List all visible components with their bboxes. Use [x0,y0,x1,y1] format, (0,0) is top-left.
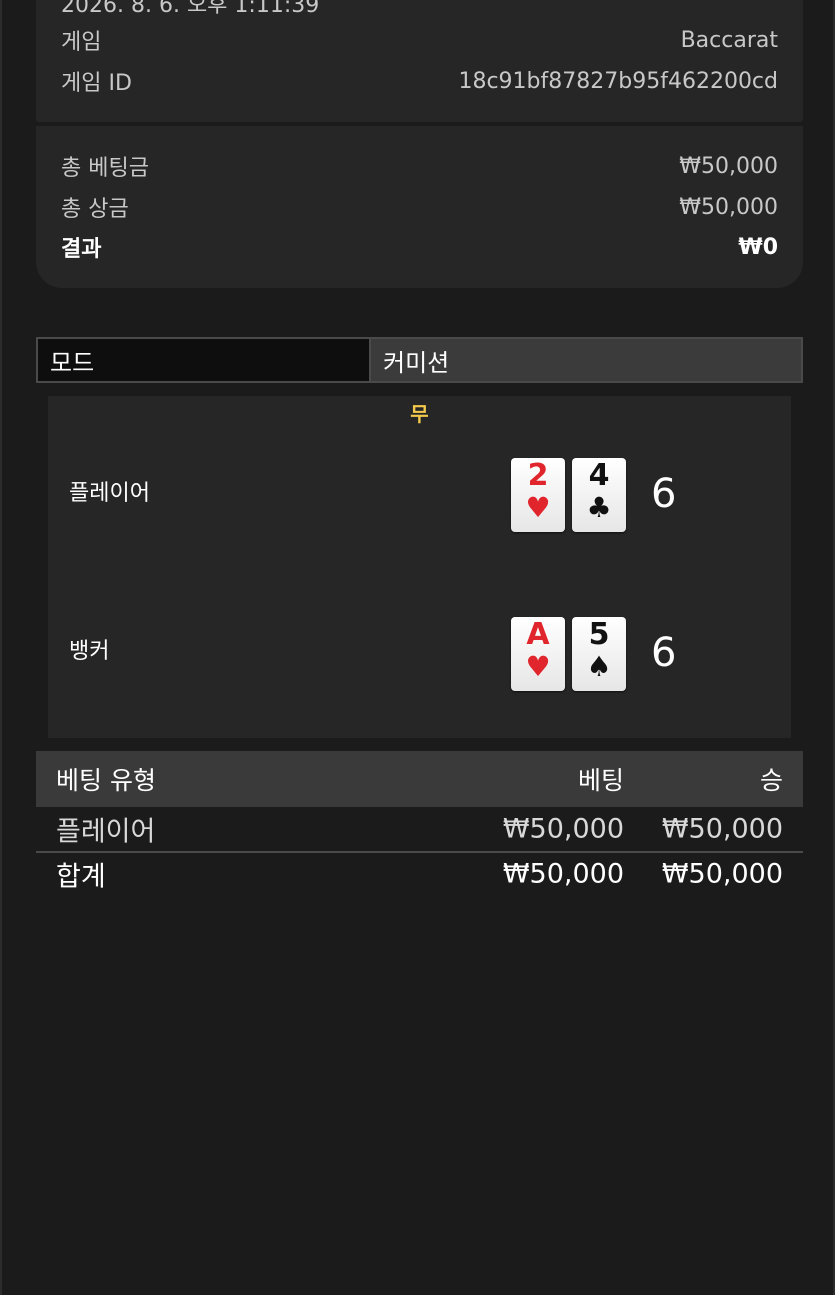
spade-icon: ♠ [586,650,612,683]
header-bet-type: 베팅 유형 [56,766,156,795]
game-value: Baccarat [680,27,778,53]
result-value: ₩0 [738,234,778,260]
tab-commission-label: 커미션 [383,348,450,377]
total-bet-row: 총 베팅금 ₩50,000 [61,151,778,182]
datetime-row: 2026. 8. 6. 오후 1:11:39 [61,0,778,18]
banker-card-1: A ♥ [511,617,565,691]
total-prize-label: 총 상금 [61,197,129,222]
player-total: 6 [651,471,677,517]
outcome-label: 무 [410,402,429,426]
total-bet-value: ₩50,000 [679,153,778,179]
game-row: 게임 Baccarat [61,25,778,56]
total-prize-row: 총 상금 ₩50,000 [61,192,778,223]
heart-icon: ♥ [525,491,551,524]
win-amount-cell: ₩50,000 [661,813,783,845]
round-info-card: 2026. 8. 6. 오후 1:11:39 게임 Baccarat 게임 ID… [36,0,803,122]
banker-card-2-rank: 5 [588,617,610,652]
total-label-cell: 합계 [56,861,106,893]
player-card-2: 4 ♣ [572,458,626,532]
header-bet: 베팅 [577,766,624,795]
bet-type-cell: 플레이어 [56,816,156,848]
game-label: 게임 [61,30,102,55]
total-bet-label: 총 베팅금 [61,156,149,181]
banker-card-1-rank: A [526,617,550,652]
player-label: 플레이어 [69,481,150,506]
game-id-value: 18c91bf87827b95f462200cd [458,68,778,94]
game-id-label: 게임 ID [61,71,132,96]
player-card-2-rank: 4 [588,458,610,493]
round-datetime: 2026. 8. 6. 오후 1:11:39 [61,0,320,18]
tab-mode[interactable]: 모드 [38,339,371,381]
table-row: 플레이어 ₩50,000 ₩50,000 [36,807,803,851]
bet-amount-cell: ₩50,000 [502,813,624,845]
total-win-cell: ₩50,000 [661,858,783,890]
totals-card: 총 베팅금 ₩50,000 총 상금 ₩50,000 결과 ₩0 [36,126,803,288]
bets-table: 베팅 유형 베팅 승 플레이어 ₩50,000 ₩50,000 합계 ₩50,0… [36,751,803,895]
mode-tabs: 모드 커미션 [36,337,803,383]
tab-commission[interactable]: 커미션 [371,339,801,381]
banker-label: 뱅커 [69,639,110,664]
banker-total: 6 [651,630,677,676]
player-card-1: 2 ♥ [511,458,565,532]
heart-icon: ♥ [525,650,551,683]
result-label: 결과 [61,237,102,262]
game-id-row: 게임 ID 18c91bf87827b95f462200cd [61,66,778,97]
header-win: 승 [759,766,783,795]
page-frame: 2026. 8. 6. 오후 1:11:39 게임 Baccarat 게임 ID… [0,0,835,1295]
table-total-row: 합계 ₩50,000 ₩50,000 [36,851,803,895]
tab-mode-label: 모드 [50,348,95,377]
total-prize-value: ₩50,000 [679,194,778,220]
result-row: 결과 ₩0 [61,232,778,263]
player-card-1-rank: 2 [527,458,549,493]
total-bet-cell: ₩50,000 [502,858,624,890]
club-icon: ♣ [586,491,612,524]
bets-table-header: 베팅 유형 베팅 승 [36,751,803,807]
banker-card-2: 5 ♠ [572,617,626,691]
round-result-panel: 무 플레이어 2 ♥ 4 ♣ 6 뱅커 A ♥ 5 ♠ 6 [48,396,791,738]
